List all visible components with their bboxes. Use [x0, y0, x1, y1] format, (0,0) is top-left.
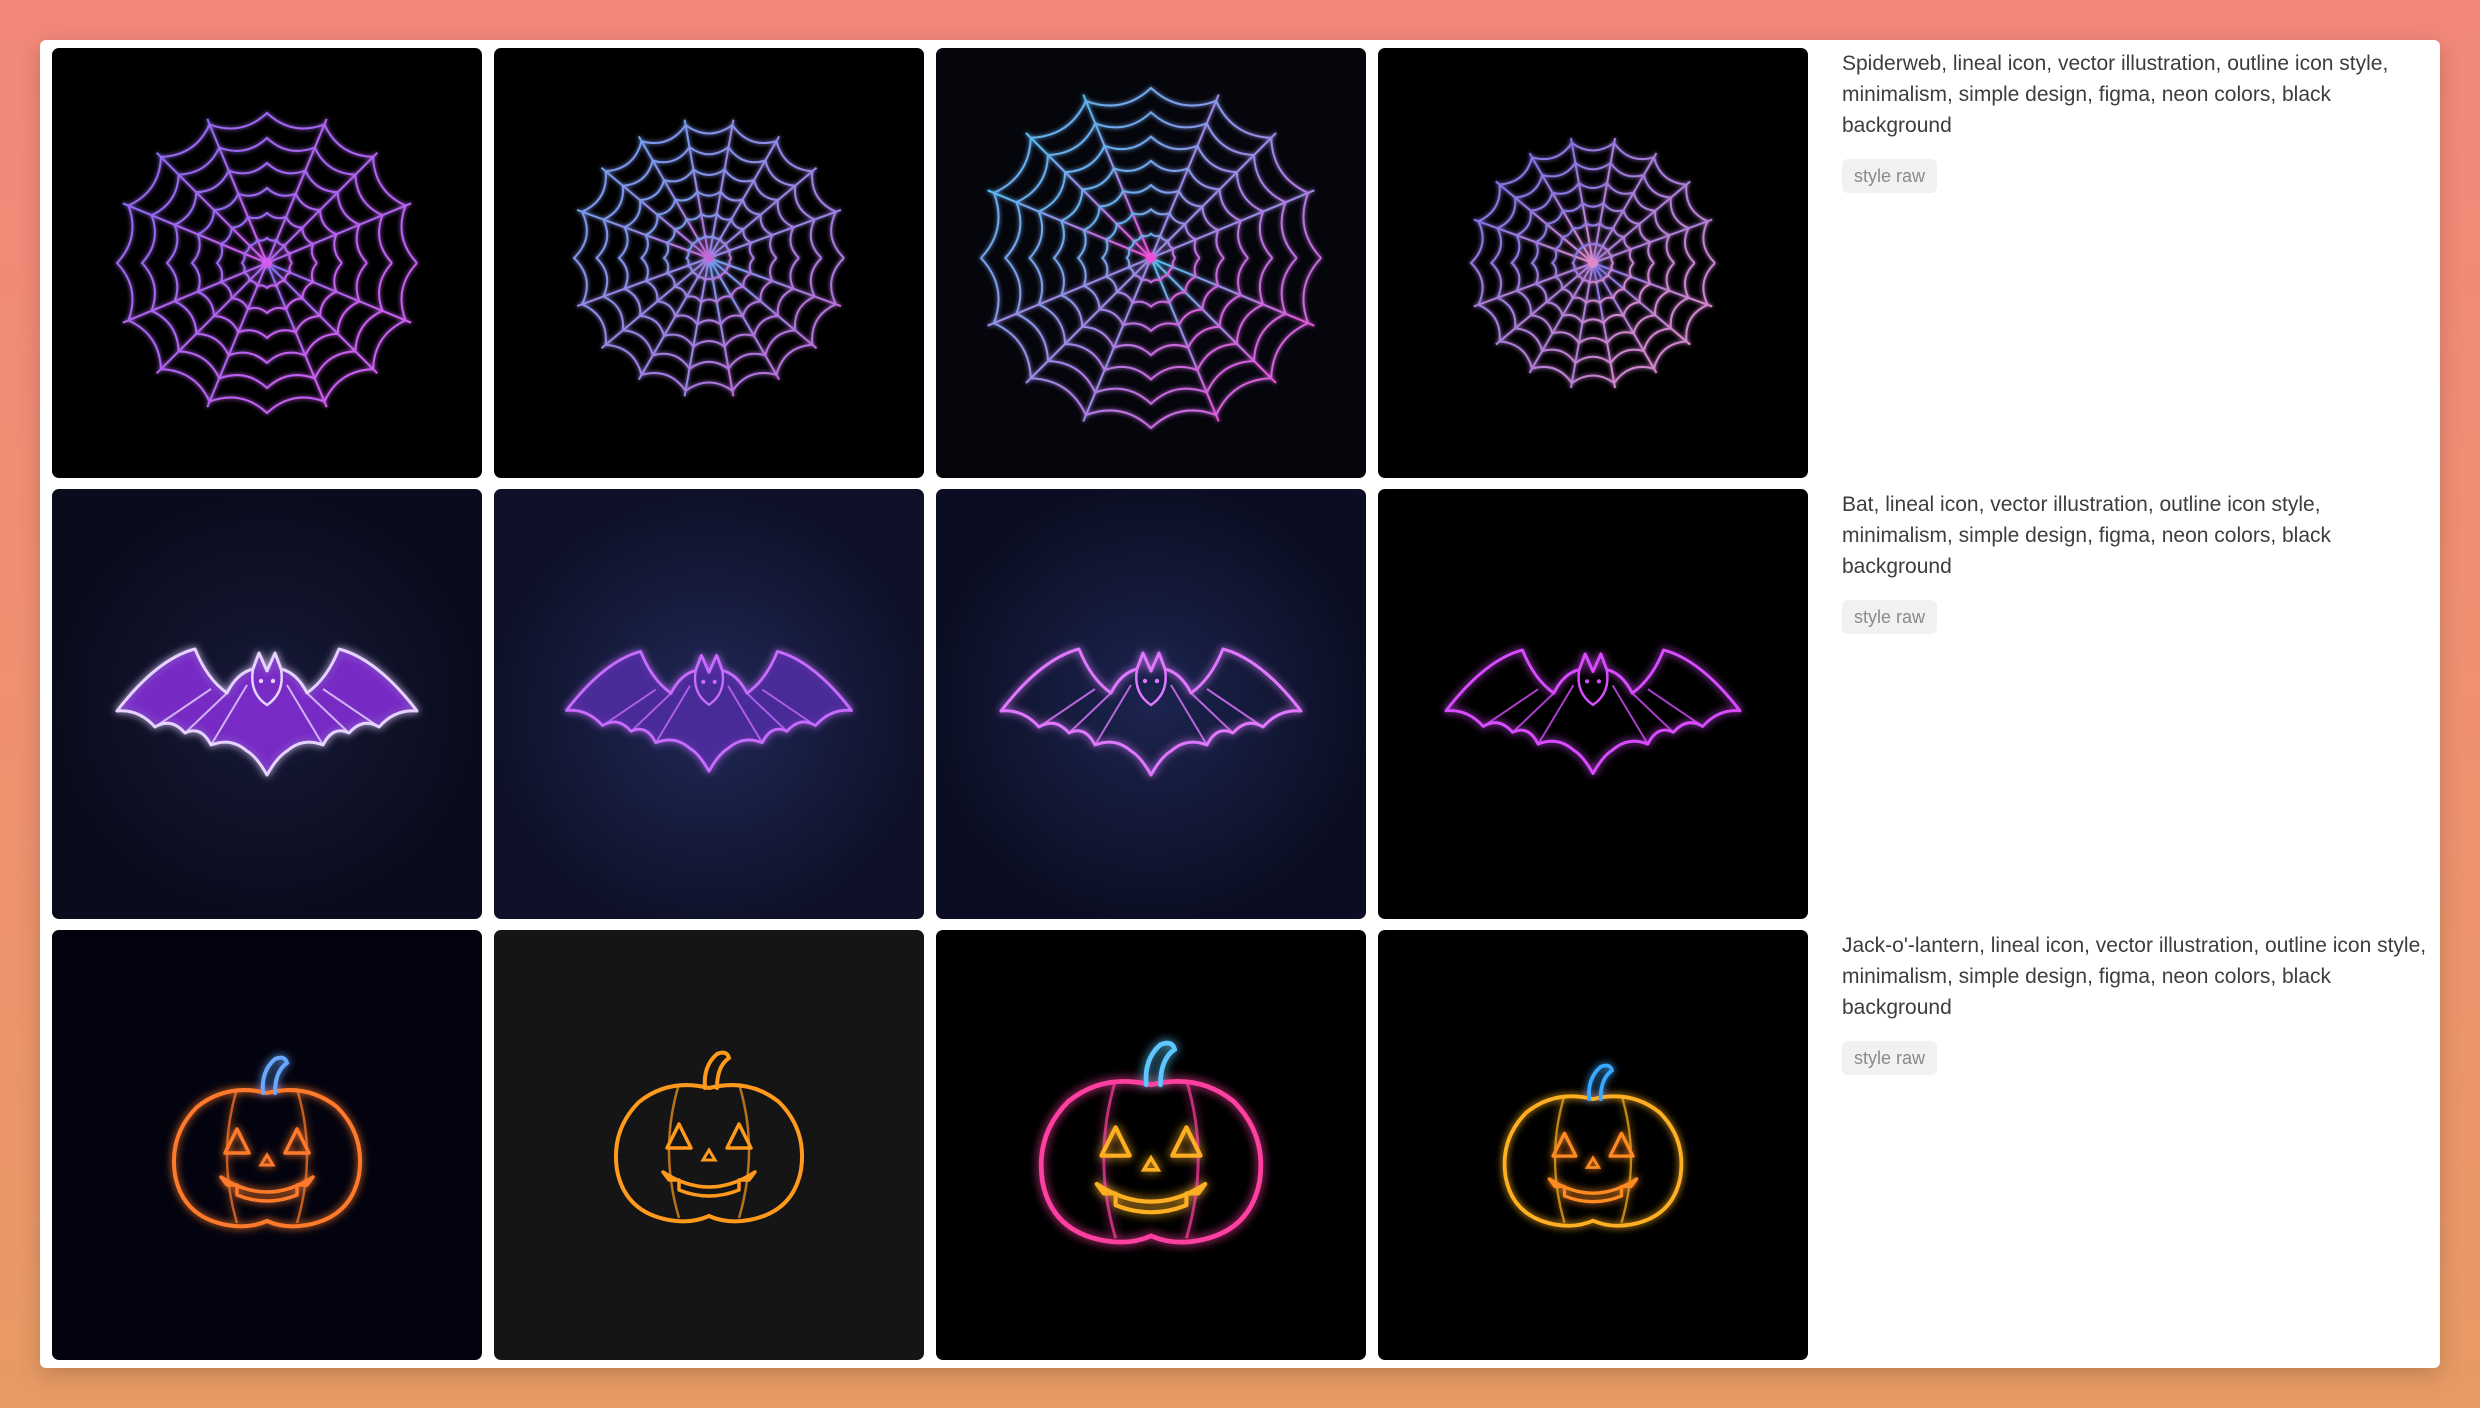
spiderweb-icon [1466, 137, 1720, 389]
bat-icon [115, 647, 419, 777]
bat-icon [565, 650, 853, 773]
bat-icon [999, 647, 1303, 777]
result-row-bat: Bat, lineal icon, vector illustration, o… [52, 489, 2432, 919]
prompt-block: Jack-o'-lantern, lineal icon, vector ill… [1842, 930, 2432, 1075]
jack-o-lantern-icon [172, 1055, 362, 1229]
jack-o-lantern-icon [1502, 1063, 1684, 1228]
style-tag[interactable]: style raw [1842, 1041, 1938, 1075]
image-tile[interactable] [494, 48, 924, 478]
bat-icon [1444, 648, 1742, 775]
image-tile[interactable] [494, 489, 924, 919]
image-tile[interactable] [52, 48, 482, 478]
spiderweb-icon [568, 119, 850, 397]
image-tile[interactable] [1378, 489, 1808, 919]
result-row-jack-o-lantern: Jack-o'-lantern, lineal icon, vector ill… [52, 930, 2432, 1360]
spiderweb-icon [111, 107, 423, 419]
image-tile[interactable] [936, 48, 1366, 478]
image-tile[interactable] [52, 489, 482, 919]
prompt-text: Jack-o'-lantern, lineal icon, vector ill… [1842, 934, 2427, 1019]
prompt-text: Spiderweb, lineal icon, vector illustrat… [1842, 52, 2389, 137]
image-tile[interactable] [52, 930, 482, 1360]
jack-o-lantern-icon [614, 1050, 804, 1224]
jack-o-lantern-icon [1038, 1040, 1264, 1245]
spiderweb-icon [974, 81, 1328, 435]
prompt-block: Bat, lineal icon, vector illustration, o… [1842, 489, 2432, 634]
image-tile[interactable] [1378, 930, 1808, 1360]
image-tile[interactable] [1378, 48, 1808, 478]
image-tile[interactable] [936, 489, 1366, 919]
result-row-spiderweb: Spiderweb, lineal icon, vector illustrat… [52, 48, 2432, 478]
image-tile[interactable] [494, 930, 924, 1360]
image-tile[interactable] [936, 930, 1366, 1360]
style-tag[interactable]: style raw [1842, 600, 1938, 634]
results-panel: Spiderweb, lineal icon, vector illustrat… [40, 40, 2440, 1368]
prompt-block: Spiderweb, lineal icon, vector illustrat… [1842, 48, 2432, 193]
style-tag[interactable]: style raw [1842, 159, 1938, 193]
prompt-text: Bat, lineal icon, vector illustration, o… [1842, 493, 2332, 578]
